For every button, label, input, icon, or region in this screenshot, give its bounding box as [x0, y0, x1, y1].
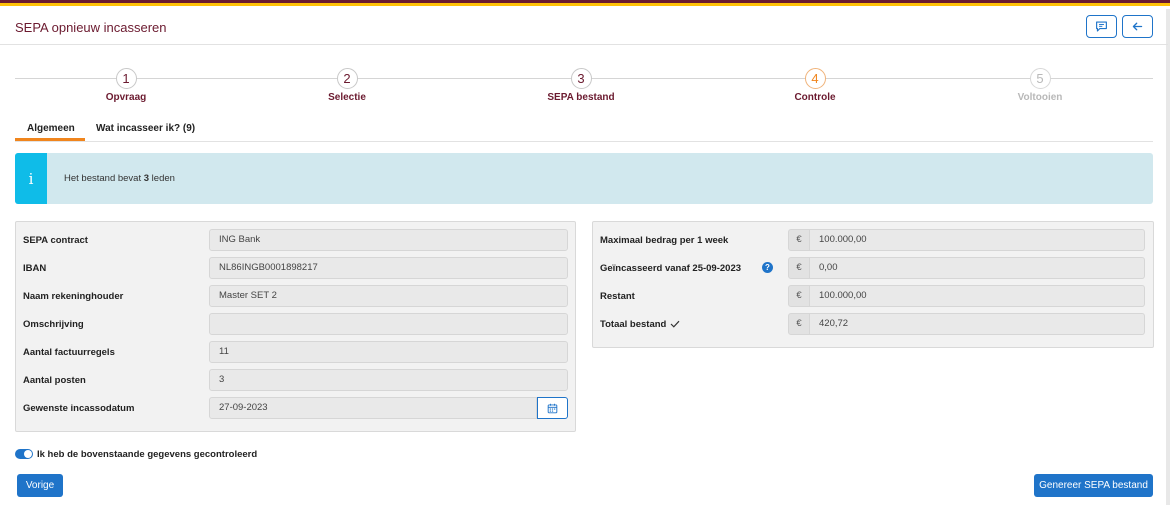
field-label: Naam rekeninghouder [23, 291, 124, 302]
form-row-naam-rekeninghouder: Naam rekeninghouder Master SET 2 [16, 285, 575, 307]
generate-sepa-button[interactable]: Genereer SEPA bestand [1034, 474, 1153, 497]
items-count-field: 3 [209, 369, 568, 391]
currency-addon: € [788, 285, 810, 307]
field-label: Geïncasseerd vanaf 25-09-2023 [600, 263, 742, 274]
form-row-omschrijving: Omschrijving [16, 313, 575, 335]
step-number: 5 [1029, 68, 1051, 89]
field-label: IBAN [23, 263, 47, 274]
scrollbar-track[interactable] [1166, 9, 1170, 505]
page-header: SEPA opnieuw incasseren [0, 9, 1168, 45]
form-row-aantal-factuurregels: Aantal factuurregels 11 [16, 341, 575, 363]
field-label: Gewenste incassodatum [23, 403, 135, 414]
help-icon[interactable]: ? [762, 262, 773, 273]
info-alert: i Het bestand bevat 3 leden [15, 153, 1153, 204]
collected-amount-field: 0,00 [809, 257, 1145, 279]
field-label: Totaal bestand [600, 319, 680, 330]
amount-row-collected-since: Geïncasseerd vanaf 25-09-2023 ? € 0,00 [593, 257, 1153, 279]
field-label: Aantal factuurregels [23, 347, 115, 358]
tab-algemeen[interactable]: Algemeen [27, 123, 75, 134]
currency-addon: € [788, 313, 810, 335]
comment-icon [1096, 21, 1107, 32]
top-color-bar [0, 0, 1170, 9]
step-number: 1 [115, 68, 137, 89]
confirm-label: Ik heb de bovenstaande gegevens gecontro… [37, 449, 258, 460]
info-icon: i [15, 153, 47, 204]
wizard-stepper: 1 Opvraag 2 Selectie 3 SEPA bestand 4 Co… [15, 66, 1153, 106]
currency-addon: € [788, 257, 810, 279]
field-label: Omschrijving [23, 319, 84, 330]
collection-date-input[interactable]: 27-09-2023 [209, 397, 537, 419]
max-amount-field: 100.000,00 [809, 229, 1145, 251]
previous-button[interactable]: Vorige [17, 474, 63, 497]
back-button[interactable] [1122, 15, 1153, 38]
field-label: Restant [600, 291, 635, 302]
check-icon [670, 320, 680, 328]
amount-row-max-per-week: Maximaal bedrag per 1 week € 100.000,00 [593, 229, 1153, 251]
tab-wat-incasseer-ik[interactable]: Wat incasseer ik? (9) [96, 123, 195, 134]
field-label: Maximaal bedrag per 1 week [600, 235, 729, 246]
amount-row-restant: Restant € 100.000,00 [593, 285, 1153, 307]
step-sepa-bestand[interactable]: 3 SEPA bestand [521, 68, 641, 103]
active-tab-indicator [15, 138, 85, 141]
total-file-amount-field: 420,72 [809, 313, 1145, 335]
step-number: 3 [570, 68, 592, 89]
step-label: SEPA bestand [547, 92, 615, 103]
step-selectie[interactable]: 2 Selectie [287, 68, 407, 103]
step-label: Voltooien [1017, 92, 1063, 103]
calendar-icon [547, 403, 558, 413]
form-row-aantal-posten: Aantal posten 3 [16, 369, 575, 391]
confirm-toggle[interactable] [15, 449, 33, 459]
invoice-lines-field: 11 [209, 341, 568, 363]
amount-row-totaal-bestand: Totaal bestand € 420,72 [593, 313, 1153, 335]
comment-button[interactable] [1086, 15, 1117, 38]
field-label: SEPA contract [23, 235, 88, 246]
arrow-left-icon [1132, 22, 1143, 31]
tab-bar: Algemeen Wat incasseer ik? (9) [15, 119, 1153, 142]
form-row-sepa-contract: SEPA contract ING Bank [16, 229, 575, 251]
toggle-knob [24, 450, 32, 458]
account-holder-field: Master SET 2 [209, 285, 568, 307]
page-title: SEPA opnieuw incasseren [15, 20, 167, 35]
field-label: Aantal posten [23, 375, 86, 386]
remaining-amount-field: 100.000,00 [809, 285, 1145, 307]
step-number: 4 [804, 68, 826, 89]
step-label: Controle [794, 92, 836, 103]
date-picker-button[interactable] [537, 397, 568, 419]
form-row-incassodatum: Gewenste incassodatum 27-09-2023 [16, 397, 575, 419]
sepa-details-panel: SEPA contract ING Bank IBAN NL86INGB0001… [15, 221, 576, 432]
amounts-panel: Maximaal bedrag per 1 week € 100.000,00 … [592, 221, 1154, 348]
step-voltooien: 5 Voltooien [980, 68, 1100, 103]
step-controle[interactable]: 4 Controle [755, 68, 875, 103]
alert-message: Het bestand bevat 3 leden [64, 173, 175, 184]
form-row-iban: IBAN NL86INGB0001898217 [16, 257, 575, 279]
step-opvraag[interactable]: 1 Opvraag [66, 68, 186, 103]
iban-field: NL86INGB0001898217 [209, 257, 568, 279]
sepa-contract-field: ING Bank [209, 229, 568, 251]
step-number: 2 [336, 68, 358, 89]
currency-addon: € [788, 229, 810, 251]
description-field [209, 313, 568, 335]
step-label: Selectie [328, 92, 366, 103]
step-label: Opvraag [105, 92, 147, 103]
